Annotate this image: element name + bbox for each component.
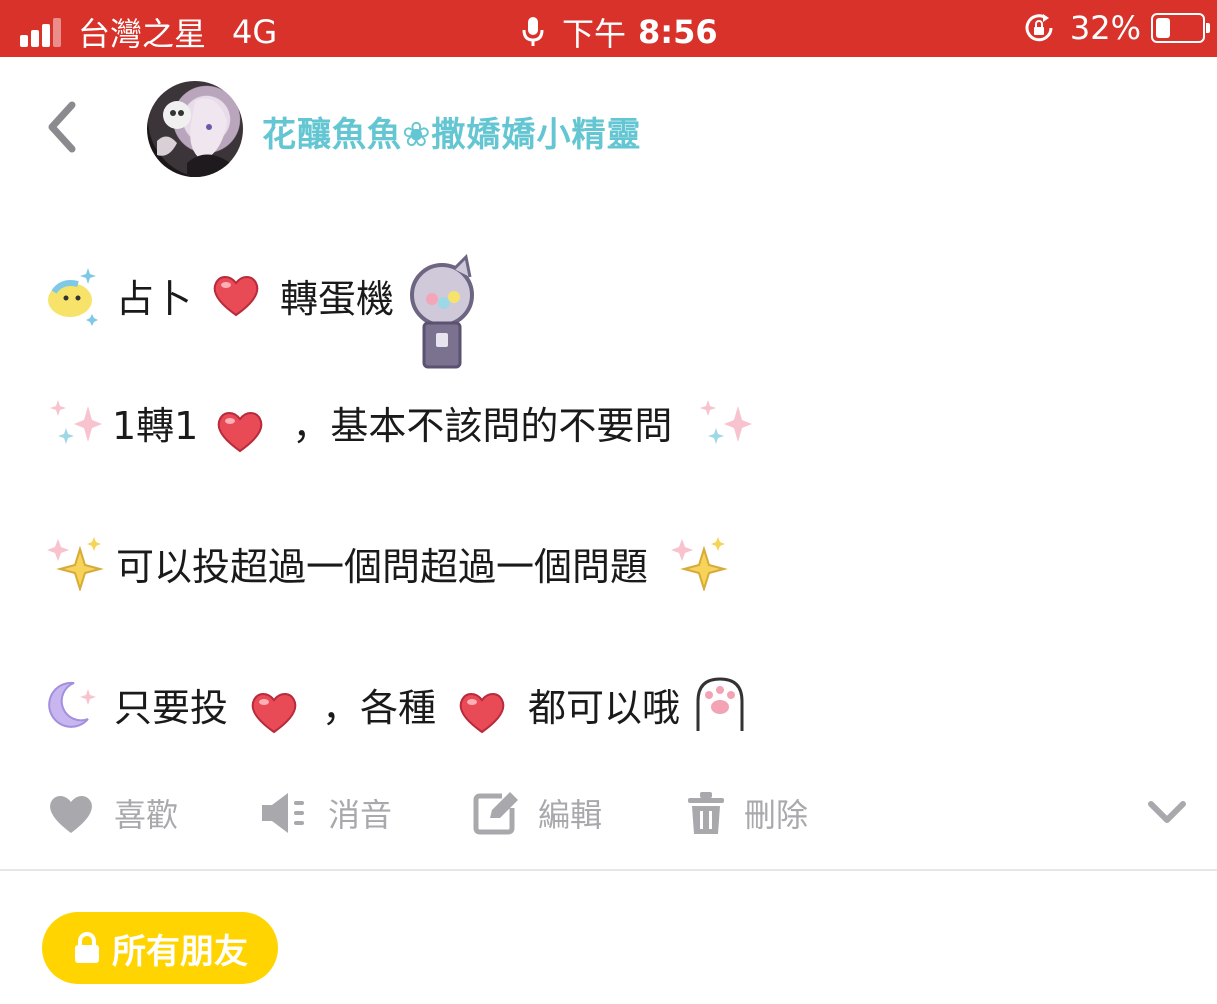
- post-line-4: 只要投 ，各種 都可以哦: [44, 675, 748, 734]
- mute-label: 消音: [328, 796, 393, 834]
- chevron-down-icon: [1148, 801, 1186, 823]
- time-prefix: 下午: [562, 15, 627, 53]
- post-header: 花釀魚魚❀撒嬌嬌小精靈: [0, 57, 1217, 197]
- back-chevron-icon: [48, 101, 76, 153]
- post-line-3: 可以投超過一個問超過一個問題: [44, 535, 728, 591]
- back-button[interactable]: [38, 97, 88, 157]
- heart-icon: [459, 693, 505, 734]
- delete-button[interactable]: 刪除: [686, 790, 808, 836]
- like-button[interactable]: 喜歡: [46, 790, 178, 836]
- battery-percent: 32%: [1069, 9, 1141, 47]
- divider: [0, 869, 1217, 871]
- network-type: 4G: [232, 13, 278, 51]
- heart-icon: [213, 276, 259, 317]
- post-line-1: 占卜 轉蛋機: [44, 235, 480, 369]
- post-text-just-send: 只要投: [114, 685, 229, 730]
- lock-icon: [75, 932, 99, 963]
- thumb-heart-icon: [50, 796, 92, 833]
- post-line-2: 1轉1 ，基本不該問的不要問: [44, 395, 754, 452]
- heart-icon: [251, 693, 297, 734]
- battery-icon: [1151, 13, 1210, 43]
- post-text-exchange: 1轉1: [112, 404, 199, 448]
- avatar[interactable]: [147, 81, 243, 177]
- signal-icon: [20, 17, 64, 47]
- trash-icon: [688, 792, 724, 834]
- mic-icon: [522, 17, 544, 46]
- mute-button[interactable]: 消音: [260, 790, 392, 836]
- edit-button[interactable]: 編輯: [472, 790, 602, 836]
- post-text-divination: 占卜: [116, 276, 193, 321]
- heart-icon: [217, 411, 263, 452]
- carrier-name: 台灣之星: [78, 15, 207, 53]
- status-time: 8:56: [638, 13, 718, 51]
- status-right: 32%: [1022, 9, 1210, 47]
- post-text-all-ok: 都可以哦: [528, 685, 681, 730]
- status-bar: 台灣之星 4G 下午 8:56 32%: [0, 0, 1217, 57]
- status-left: 台灣之星 4G: [20, 9, 277, 55]
- privacy-label: 所有朋友: [112, 931, 248, 972]
- like-label: 喜歡: [114, 796, 179, 834]
- post-text-gacha: 轉蛋機: [280, 276, 395, 321]
- bird-sparkle-icon: [48, 268, 98, 326]
- sparkle-icon: [50, 399, 102, 444]
- sparkle-icon: [700, 399, 753, 444]
- post-action-bar: 喜歡 消音 編輯 刪除: [0, 780, 1217, 860]
- edit-label: 編輯: [538, 796, 603, 834]
- speaker-mute-icon: [262, 793, 304, 833]
- edit-icon: [473, 792, 518, 835]
- gold-sparkle-icon: [47, 537, 104, 591]
- delete-label: 刪除: [744, 796, 809, 834]
- user-name[interactable]: 花釀魚魚❀撒嬌嬌小精靈: [262, 107, 642, 156]
- avatar-illustration: [157, 98, 233, 177]
- more-options-button[interactable]: [1147, 800, 1187, 830]
- moon-star-icon: [48, 681, 96, 728]
- gacha-machine-icon: [410, 253, 475, 369]
- gold-sparkle-icon: [671, 537, 728, 591]
- privacy-button[interactable]: 所有朋友: [42, 912, 278, 984]
- post-text-multi: 可以投超過一個問超過一個問題: [116, 544, 649, 589]
- rotation-lock-icon: [1025, 14, 1053, 42]
- post-text-various: ，各種: [322, 685, 437, 730]
- paw-icon: [696, 677, 744, 731]
- post-text-rule: ，基本不該問的不要問: [292, 404, 673, 448]
- status-center: 下午 8:56: [522, 9, 718, 55]
